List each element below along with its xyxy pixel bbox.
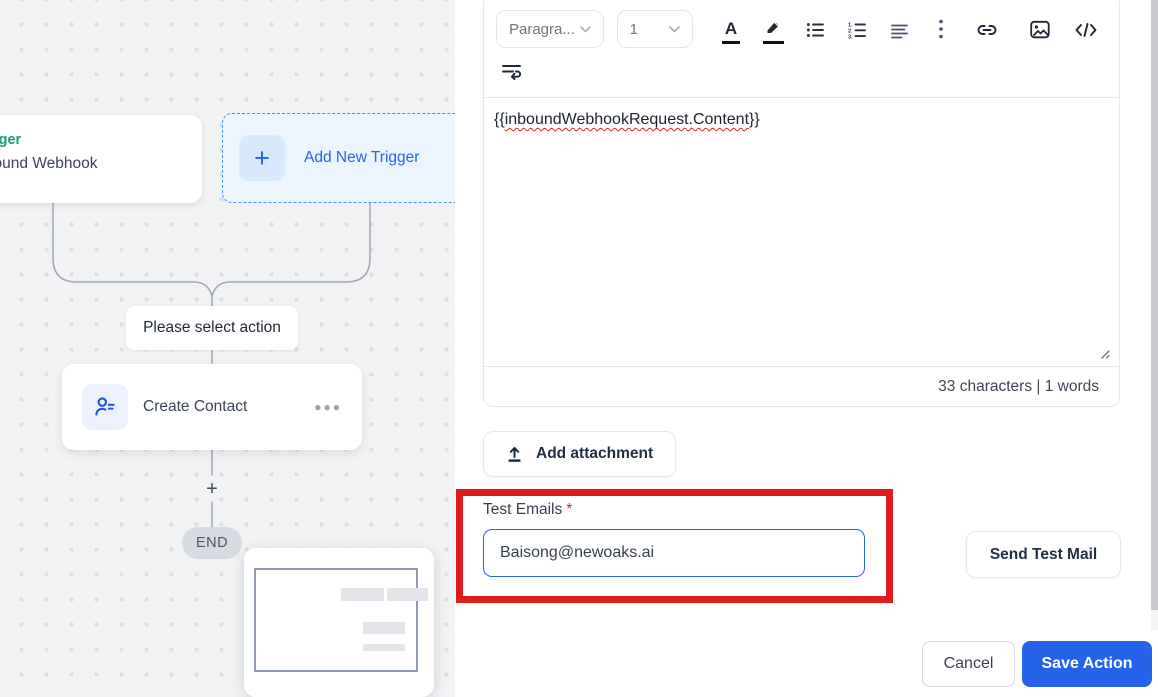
text-color-button[interactable]: A <box>719 14 743 44</box>
merge-tag-text: {{inboundWebhookRequest.Content}} <box>494 111 760 128</box>
editor-counter-bar: 33 characters | 1 words <box>484 366 1119 407</box>
add-attachment-label: Add attachment <box>536 445 654 462</box>
email-body-editor[interactable]: {{inboundWebhookRequest.Content}} <box>484 98 1119 366</box>
code-view-icon <box>1075 23 1097 37</box>
editor-toolbar: Paragra... 1 A 1. 2. 3. <box>484 0 1119 98</box>
character-word-counter: 33 characters | 1 words <box>938 378 1099 395</box>
scrollbar-thumb[interactable] <box>1151 0 1158 610</box>
upload-icon <box>508 446 521 462</box>
text-wrap-icon <box>501 65 521 80</box>
cancel-button[interactable]: Cancel <box>922 641 1015 687</box>
chevron-down-icon <box>669 25 680 33</box>
text-wrap-button[interactable] <box>499 58 523 88</box>
preview-widget-card <box>244 548 434 697</box>
merge-token: inboundWebhookRequest.Content <box>504 111 750 128</box>
workflow-end-badge: END <box>182 527 242 559</box>
add-new-trigger-label: Add New Trigger <box>304 149 420 166</box>
bullet-list-icon <box>806 23 824 37</box>
paragraph-style-dropdown[interactable]: Paragra... <box>496 10 604 48</box>
more-options-button[interactable] <box>929 14 953 44</box>
test-emails-label: Test Emails * <box>483 501 573 518</box>
select-action-label: Please select action <box>143 319 281 336</box>
send-test-mail-button[interactable]: Send Test Mail <box>966 531 1121 578</box>
skeleton-bar <box>341 588 384 601</box>
chevron-down-icon <box>579 25 591 33</box>
insert-link-icon <box>977 25 997 35</box>
required-asterisk: * <box>566 501 573 518</box>
more-options-icon <box>939 19 943 39</box>
trigger-card-inbound-webhook[interactable]: Trigger Inbound Webhook <box>0 115 202 203</box>
card-menu-icon[interactable]: ●●● <box>314 400 342 414</box>
insert-image-icon <box>1030 20 1050 39</box>
bullet-list-button[interactable] <box>803 14 827 44</box>
highlight-button[interactable] <box>761 14 785 44</box>
plus-icon: + <box>239 135 285 181</box>
align-button[interactable] <box>887 14 911 44</box>
select-action-placeholder: Please select action <box>126 306 298 350</box>
trigger-card-category: Trigger <box>0 132 22 148</box>
create-contact-label: Create Contact <box>143 398 248 415</box>
scrollbar-track[interactable] <box>1151 0 1158 630</box>
contact-icon <box>82 384 128 430</box>
insert-link-button[interactable] <box>975 14 999 44</box>
font-size-dropdown[interactable]: 1 <box>616 10 693 48</box>
save-action-button[interactable]: Save Action <box>1022 641 1152 687</box>
trigger-card-title: Inbound Webhook <box>0 155 98 172</box>
rich-text-editor: Paragra... 1 A 1. 2. 3. {{inboundWebhook… <box>483 0 1120 407</box>
align-left-icon <box>890 24 908 39</box>
code-view-button[interactable] <box>1074 14 1098 44</box>
svg-text:3.: 3. <box>848 34 853 40</box>
email-action-panel: Paragra... 1 A 1. 2. 3. {{inboundWebhook… <box>455 0 1158 697</box>
preview-widget-frame <box>254 568 418 672</box>
highlighter-icon <box>762 18 784 44</box>
insert-image-button[interactable] <box>1028 14 1052 44</box>
resize-handle-icon[interactable] <box>1098 347 1110 359</box>
ordered-list-button[interactable]: 1. 2. 3. <box>845 14 869 44</box>
test-emails-input[interactable] <box>483 529 865 577</box>
skeleton-bar <box>387 588 428 601</box>
add-attachment-button[interactable]: Add attachment <box>483 431 677 477</box>
ordered-list-icon: 1.2.3. <box>848 22 866 40</box>
skeleton-bar <box>363 622 405 634</box>
add-new-trigger-button[interactable]: + Add New Trigger <box>222 113 474 203</box>
create-contact-action-card[interactable]: Create Contact ●●● <box>62 364 362 450</box>
text-color-icon: A <box>721 20 741 44</box>
skeleton-bar <box>363 644 405 651</box>
font-size-value: 1 <box>629 20 638 38</box>
workflow-canvas[interactable]: Trigger Inbound Webhook + Add New Trigge… <box>0 0 474 697</box>
add-action-button[interactable]: + <box>200 477 224 501</box>
paragraph-style-value: Paragra... <box>509 20 575 38</box>
